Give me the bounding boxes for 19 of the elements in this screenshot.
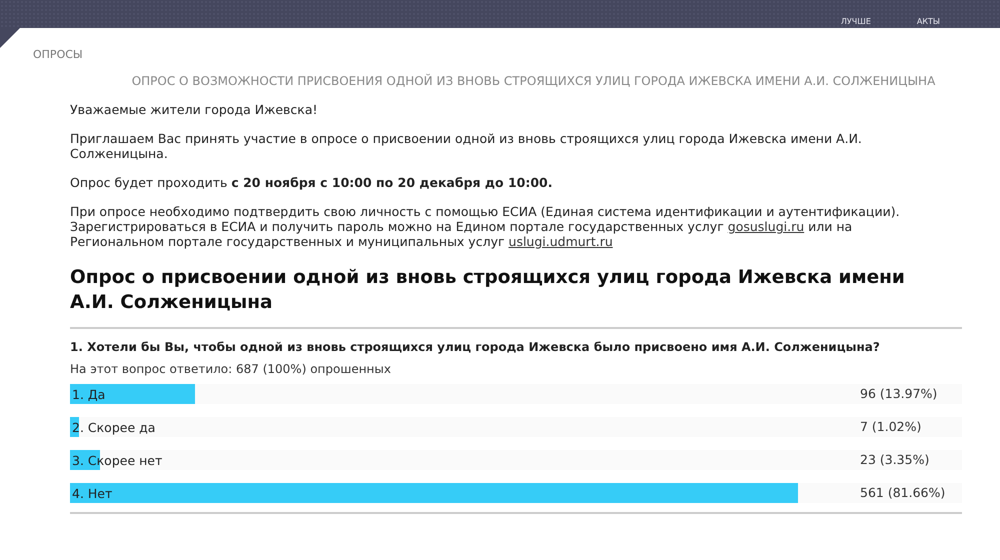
answer-result: 96 (13.97%) [860, 385, 938, 403]
esia-paragraph: При опросе необходимо подтвердить свою личность с помощью ЕСИА (Единая система идентификации и аутентификации). Зарегистрироваться в ЕСИА и получить пароль можно на Едином портале государственных услуг gosuslugi.ru или на Региональном портале государственных и муниципальных услуг uslugi.udmurt.ru [70, 204, 901, 249]
greeting: Уважаемые жители города Ижевска! [70, 102, 318, 117]
answer-result: 561 (81.66%) [860, 484, 946, 502]
survey-title: Опрос о присвоении одной из вновь строящихся улиц города Ижевска имени А.И. Солженицына [70, 266, 906, 315]
schedule-text: Опрос будет проходить с 20 ноября с 10:00 по 20 декабря до 10:00. [70, 175, 554, 190]
answer-result: 23 (3.35%) [860, 451, 930, 469]
page-title: ОПРОС О ВОЗМОЖНОСТИ ПРИСВОЕНИЯ ОДНОЙ ИЗ ВНОВЬ СТРОЯЩИХСЯ УЛИЦ ГОРОДА ИЖЕВСКА ИМЕНИ А.И. СОЛЖЕНИЦЫНА [130, 74, 936, 88]
invitation-text: Приглашаем Вас принять участие в опросе о присвоении одной из вновь строящихся улиц города Ижевска имени А.И. Солженицына. [70, 131, 863, 161]
answer-result: 7 (1.02%) [860, 418, 922, 436]
question-text: 1. Хотели бы Вы, чтобы одной из вновь строящихся улиц города Ижевска было присвоено имя А.И. Солженицына? [70, 340, 881, 354]
nav-link[interactable]: ЛУЧШЕ [840, 17, 871, 28]
regional-portal-link[interactable]: uslugi.udmurt.ru [508, 234, 613, 249]
breadcrumb: ОПРОСЫ [33, 48, 84, 61]
gosuslugi-link[interactable]: gosuslugi.ru [728, 219, 804, 234]
response-count: На этот вопрос ответило: 687 (100%) опрошенных [70, 362, 392, 376]
answer-label: 1. Да [71, 387, 106, 402]
answer-label: 4. Нет [71, 486, 112, 501]
nav-link[interactable]: АКТЫ [916, 17, 940, 28]
